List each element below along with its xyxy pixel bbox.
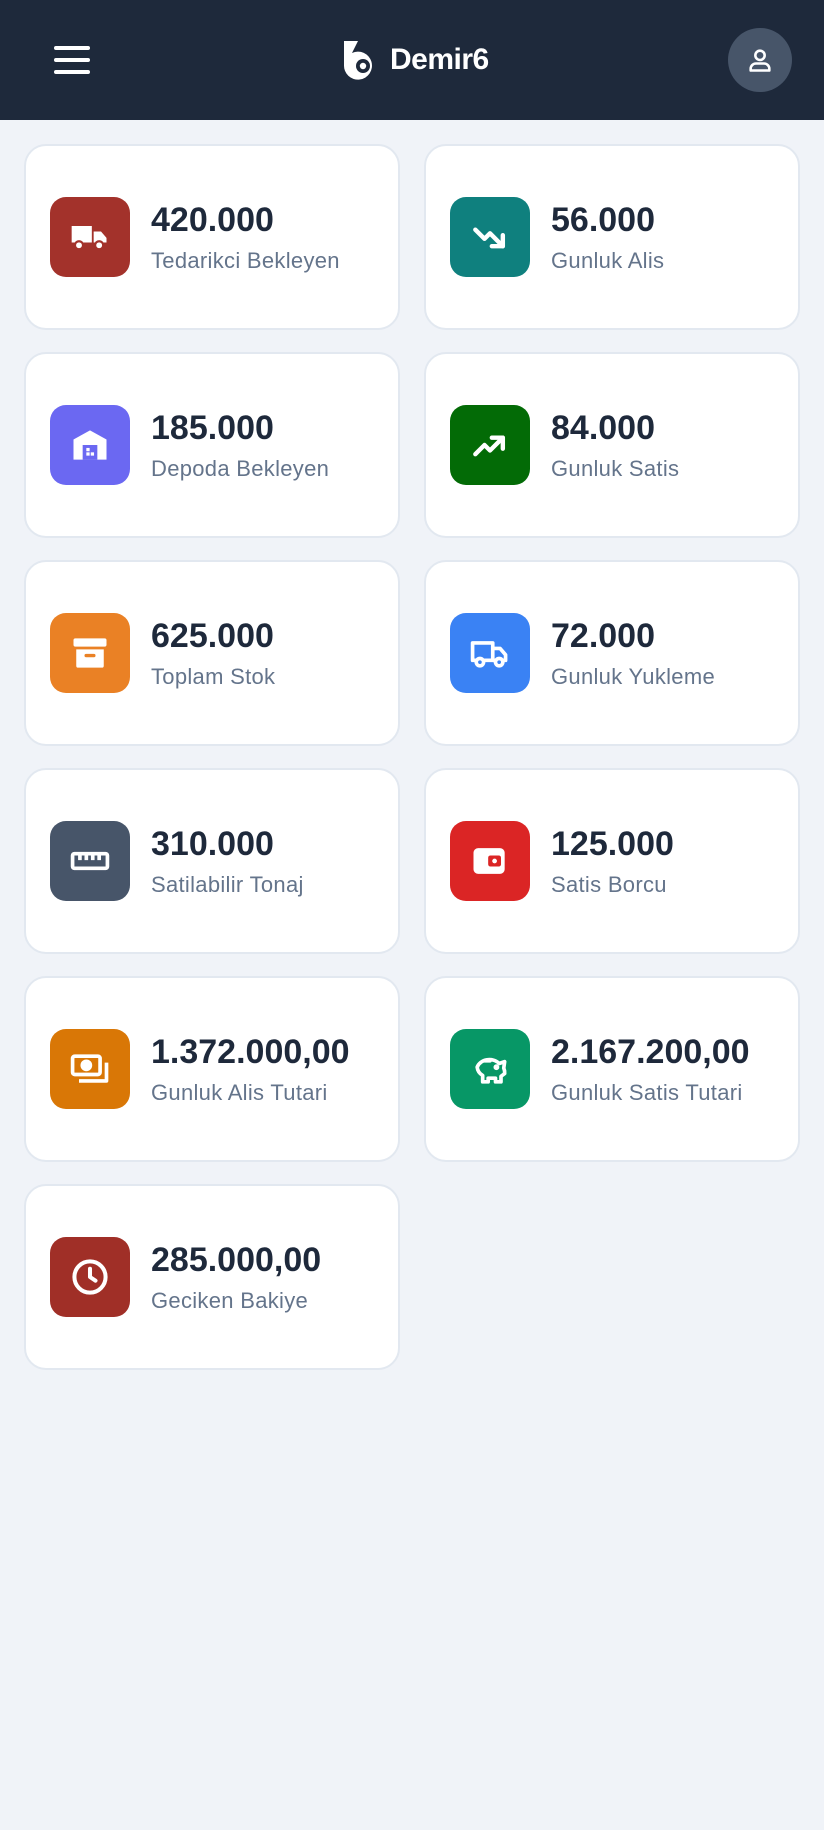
stat-card-satilabilir-tonaj[interactable]: 310.000 Satilabilir Tonaj xyxy=(24,768,400,954)
stat-label: Satilabilir Tonaj xyxy=(151,872,304,897)
user-profile-button[interactable] xyxy=(728,28,792,92)
stat-label: Gunluk Alis xyxy=(551,248,665,273)
hamburger-icon xyxy=(54,46,90,50)
stat-value: 56.000 xyxy=(551,201,655,239)
stat-label: Gunluk Alis Tutari xyxy=(151,1080,328,1105)
stat-icon-box xyxy=(50,821,130,901)
stat-icon-box xyxy=(50,1237,130,1317)
stat-icon-box xyxy=(450,821,530,901)
stat-value: 625.000 xyxy=(151,617,274,655)
stat-label: Toplam Stok xyxy=(151,664,276,689)
top-app-bar: Demir6 xyxy=(0,0,824,120)
stat-label: Satis Borcu xyxy=(551,872,667,897)
clock-icon xyxy=(72,1259,108,1295)
stat-value: 72.000 xyxy=(551,617,655,655)
stat-card-gunluk-alis-tutari[interactable]: 1.372.000,00 Gunluk Alis Tutari xyxy=(24,976,400,1162)
stat-label: Gunluk Satis Tutari xyxy=(551,1080,743,1105)
stat-icon-box xyxy=(50,613,130,693)
banknotes-icon xyxy=(70,1054,109,1083)
stat-icon-box xyxy=(450,1029,530,1109)
delivery-truck-icon xyxy=(470,641,508,668)
stat-card-geciken-bakiye[interactable]: 285.000,00 Geciken Bakiye xyxy=(24,1184,400,1370)
stat-card-gunluk-satis[interactable]: 84.000 Gunluk Satis xyxy=(424,352,800,538)
stat-card-tedarikci-bekleyen[interactable]: 420.000 Tedarikci Bekleyen xyxy=(24,144,400,330)
stats-grid: 420.000 Tedarikci Bekleyen 56.000 Gunluk… xyxy=(24,144,800,1370)
stat-icon-box xyxy=(50,197,130,277)
stat-label: Depoda Bekleyen xyxy=(151,456,330,481)
trending-up-icon xyxy=(473,435,506,457)
stat-card-gunluk-satis-tutari[interactable]: 2.167.200,00 Gunluk Satis Tutari xyxy=(424,976,800,1162)
truck-icon xyxy=(71,226,107,251)
warehouse-icon xyxy=(73,430,107,460)
stat-value: 310.000 xyxy=(151,825,274,863)
user-icon xyxy=(749,49,771,72)
trending-down-icon xyxy=(473,227,506,249)
stat-value: 185.000 xyxy=(151,409,274,447)
stat-value: 125.000 xyxy=(551,825,674,863)
piggy-bank-icon xyxy=(475,1057,507,1084)
stat-icon-box xyxy=(450,405,530,485)
menu-button[interactable] xyxy=(46,40,98,80)
stat-card-gunluk-alis[interactable]: 56.000 Gunluk Alis xyxy=(424,144,800,330)
stat-icon-box xyxy=(50,1029,130,1109)
stat-label: Tedarikci Bekleyen xyxy=(151,248,340,273)
stat-card-depoda-bekleyen[interactable]: 185.000 Depoda Bekleyen xyxy=(24,352,400,538)
stat-icon-box xyxy=(450,197,530,277)
stat-value: 2.167.200,00 xyxy=(551,1033,750,1071)
stat-label: Gunluk Satis xyxy=(551,456,680,481)
stat-icon-box xyxy=(450,613,530,693)
stat-label: Geciken Bakiye xyxy=(151,1288,309,1313)
stat-label: Gunluk Yukleme xyxy=(551,664,716,689)
stat-value: 420.000 xyxy=(151,201,274,239)
wallet-icon xyxy=(473,848,505,874)
stat-card-satis-borcu[interactable]: 125.000 Satis Borcu xyxy=(424,768,800,954)
stat-value: 1.372.000,00 xyxy=(151,1033,350,1071)
ruler-icon xyxy=(70,851,110,871)
stat-card-gunluk-yukleme[interactable]: 72.000 Gunluk Yukleme xyxy=(424,560,800,746)
brand-logo[interactable]: Demir6 xyxy=(342,36,489,84)
brand-name: Demir6 xyxy=(390,43,489,76)
archive-box-icon xyxy=(73,638,107,668)
stat-value: 84.000 xyxy=(551,409,655,447)
logo-mark-icon xyxy=(343,41,372,80)
stat-value: 285.000,00 xyxy=(151,1241,322,1279)
stat-card-toplam-stok[interactable]: 625.000 Toplam Stok xyxy=(24,560,400,746)
stat-icon-box xyxy=(50,405,130,485)
